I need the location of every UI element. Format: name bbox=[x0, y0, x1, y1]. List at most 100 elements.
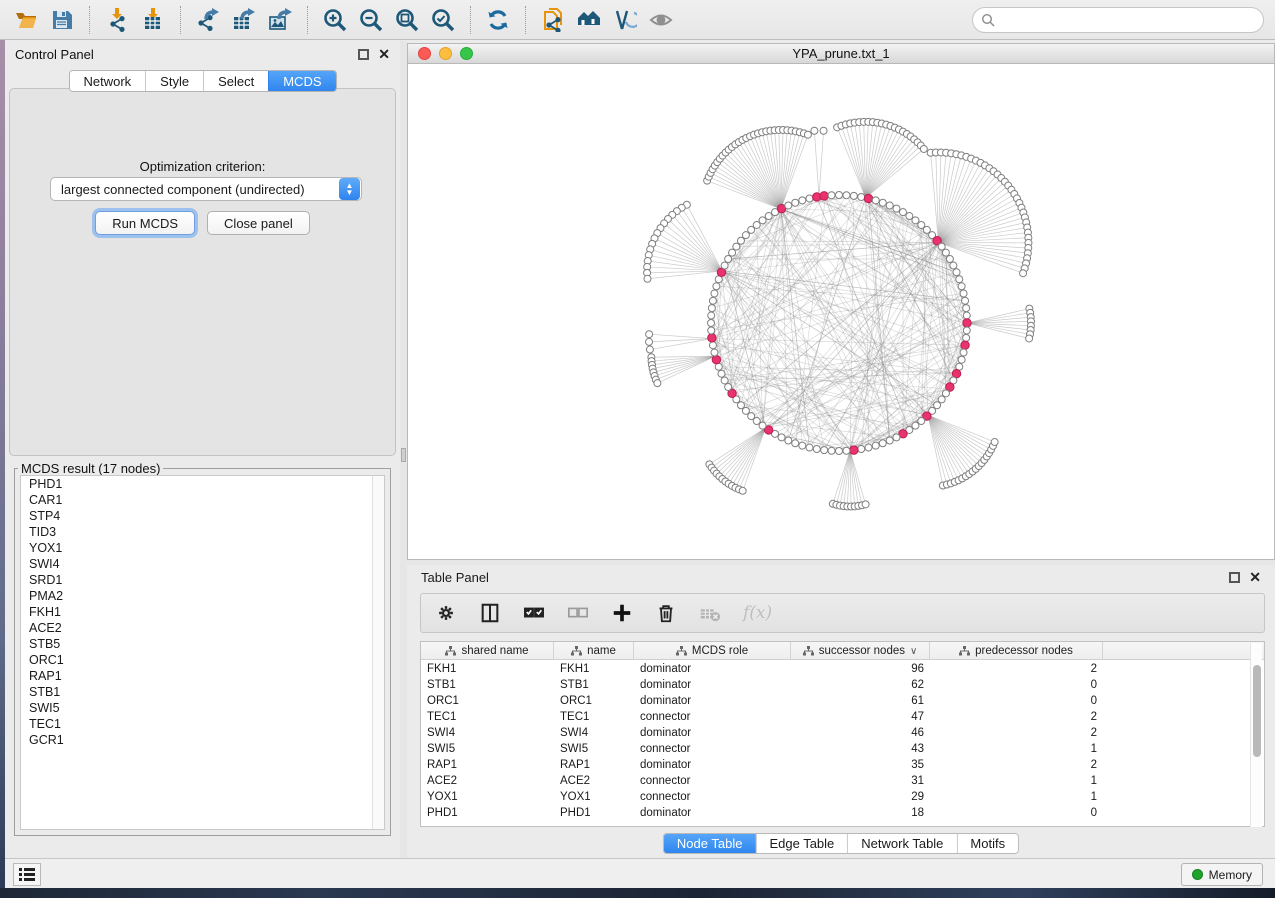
export-network-button[interactable] bbox=[190, 4, 226, 36]
table-row[interactable]: YOX1YOX1connector291 bbox=[421, 789, 1264, 805]
add-column-button[interactable] bbox=[611, 601, 633, 625]
ring-node[interactable] bbox=[956, 276, 963, 283]
close-panel-button[interactable]: Close panel bbox=[207, 211, 310, 235]
apply-layout-button[interactable] bbox=[480, 4, 516, 36]
ring-node[interactable] bbox=[953, 269, 960, 276]
network-window-titlebar[interactable]: YPA_prune.txt_1 bbox=[407, 43, 1275, 64]
mcds-node-item[interactable]: RAP1 bbox=[21, 668, 384, 684]
deselect-all-columns-button[interactable] bbox=[567, 601, 589, 625]
tab-network[interactable]: Network bbox=[69, 71, 145, 91]
ring-node[interactable] bbox=[918, 418, 925, 425]
leaf-node[interactable] bbox=[820, 127, 827, 134]
mcds-node-item[interactable]: FKH1 bbox=[21, 604, 384, 620]
mcds-node-item[interactable]: ORC1 bbox=[21, 652, 384, 668]
ring-node[interactable] bbox=[850, 192, 857, 199]
mcds-result-list[interactable]: PHD1CAR1STP4TID3YOX1SWI4SRD1PMA2FKH1ACE2… bbox=[20, 475, 385, 830]
column-header-predecessor-nodes[interactable]: predecessor nodes bbox=[930, 642, 1103, 660]
close-table-panel-icon[interactable]: ✕ bbox=[1249, 572, 1261, 583]
tab-mcds[interactable]: MCDS bbox=[268, 71, 335, 91]
table-row[interactable]: ACE2ACE2connector311 bbox=[421, 773, 1264, 789]
node-table[interactable]: shared namenameMCDS rolesuccessor nodes∨… bbox=[420, 641, 1265, 827]
dominator-node[interactable] bbox=[850, 446, 858, 454]
ring-node[interactable] bbox=[900, 209, 907, 216]
ring-node[interactable] bbox=[886, 202, 893, 209]
table-row[interactable]: FKH1FKH1dominator962 bbox=[421, 661, 1264, 677]
ring-node[interactable] bbox=[759, 422, 766, 429]
ring-node[interactable] bbox=[938, 243, 945, 250]
ring-node[interactable] bbox=[785, 202, 792, 209]
ring-node[interactable] bbox=[785, 437, 792, 444]
dominator-node[interactable] bbox=[820, 192, 828, 200]
float-panel-icon[interactable] bbox=[358, 49, 369, 60]
ring-node[interactable] bbox=[708, 320, 715, 327]
import-network-button[interactable] bbox=[99, 4, 135, 36]
ring-node[interactable] bbox=[799, 197, 806, 204]
ring-node[interactable] bbox=[872, 197, 879, 204]
run-mcds-button[interactable]: Run MCDS bbox=[95, 211, 195, 235]
ring-node[interactable] bbox=[721, 262, 728, 269]
mcds-node-item[interactable]: ACE2 bbox=[21, 620, 384, 636]
tab-node-table[interactable]: Node Table bbox=[664, 834, 756, 853]
tab-network-table[interactable]: Network Table bbox=[847, 834, 956, 853]
ring-node[interactable] bbox=[828, 192, 835, 199]
leaf-node[interactable] bbox=[1020, 270, 1027, 277]
ring-node[interactable] bbox=[708, 327, 715, 334]
delete-column-button[interactable] bbox=[655, 601, 677, 625]
mcds-node-item[interactable]: TEC1 bbox=[21, 716, 384, 732]
mcds-node-item[interactable]: YOX1 bbox=[21, 540, 384, 556]
ring-node[interactable] bbox=[843, 447, 850, 454]
open-file-button[interactable] bbox=[8, 4, 44, 36]
mcds-node-item[interactable]: CAR1 bbox=[21, 492, 384, 508]
leaf-node[interactable] bbox=[739, 487, 746, 494]
task-history-button[interactable] bbox=[13, 863, 41, 886]
ring-node[interactable] bbox=[858, 193, 865, 200]
table-row[interactable]: RAP1RAP1dominator352 bbox=[421, 757, 1264, 773]
ring-node[interactable] bbox=[865, 444, 872, 451]
ring-node[interactable] bbox=[759, 217, 766, 224]
ring-node[interactable] bbox=[765, 213, 772, 220]
ring-node[interactable] bbox=[942, 390, 949, 397]
tab-edge-table[interactable]: Edge Table bbox=[755, 834, 847, 853]
ring-node[interactable] bbox=[799, 442, 806, 449]
dominator-node[interactable] bbox=[864, 194, 872, 202]
ring-node[interactable] bbox=[713, 283, 720, 290]
float-table-panel-icon[interactable] bbox=[1229, 572, 1240, 583]
ring-node[interactable] bbox=[721, 377, 728, 384]
ring-node[interactable] bbox=[813, 446, 820, 453]
ring-node[interactable] bbox=[708, 312, 715, 319]
tab-style[interactable]: Style bbox=[145, 71, 203, 91]
network-canvas[interactable] bbox=[407, 64, 1275, 560]
column-header-successor-nodes[interactable]: successor nodes∨ bbox=[791, 642, 930, 660]
zoom-out-button[interactable] bbox=[353, 4, 389, 36]
ring-node[interactable] bbox=[912, 217, 919, 224]
mcds-node-item[interactable]: SWI4 bbox=[21, 556, 384, 572]
ring-node[interactable] bbox=[963, 327, 970, 334]
leaf-node[interactable] bbox=[646, 338, 653, 345]
ring-node[interactable] bbox=[709, 297, 716, 304]
column-header-shared-name[interactable]: shared name bbox=[421, 642, 554, 660]
ring-node[interactable] bbox=[962, 297, 969, 304]
show-networks-button[interactable] bbox=[571, 4, 607, 36]
table-scrollbar[interactable] bbox=[1250, 643, 1262, 827]
ring-node[interactable] bbox=[942, 249, 949, 256]
ring-node[interactable] bbox=[821, 447, 828, 454]
ring-node[interactable] bbox=[946, 256, 953, 263]
ring-node[interactable] bbox=[737, 402, 744, 409]
ring-node[interactable] bbox=[711, 290, 718, 297]
mcds-node-item[interactable]: TID3 bbox=[21, 524, 384, 540]
select-all-columns-button[interactable] bbox=[523, 601, 545, 625]
ring-node[interactable] bbox=[709, 342, 716, 349]
ring-node[interactable] bbox=[778, 434, 785, 441]
search-input[interactable] bbox=[1000, 10, 1263, 30]
ring-node[interactable] bbox=[963, 305, 970, 312]
ring-node[interactable] bbox=[893, 434, 900, 441]
split-panel-button[interactable] bbox=[479, 601, 501, 625]
tab-motifs[interactable]: Motifs bbox=[956, 834, 1018, 853]
table-row[interactable]: SWI4SWI4dominator462 bbox=[421, 725, 1264, 741]
network-graph-svg[interactable] bbox=[408, 64, 1274, 558]
search-box[interactable] bbox=[972, 7, 1264, 33]
column-header-name[interactable]: name bbox=[554, 642, 634, 660]
ring-node[interactable] bbox=[958, 283, 965, 290]
save-session-button[interactable] bbox=[44, 4, 80, 36]
ring-node[interactable] bbox=[708, 305, 715, 312]
